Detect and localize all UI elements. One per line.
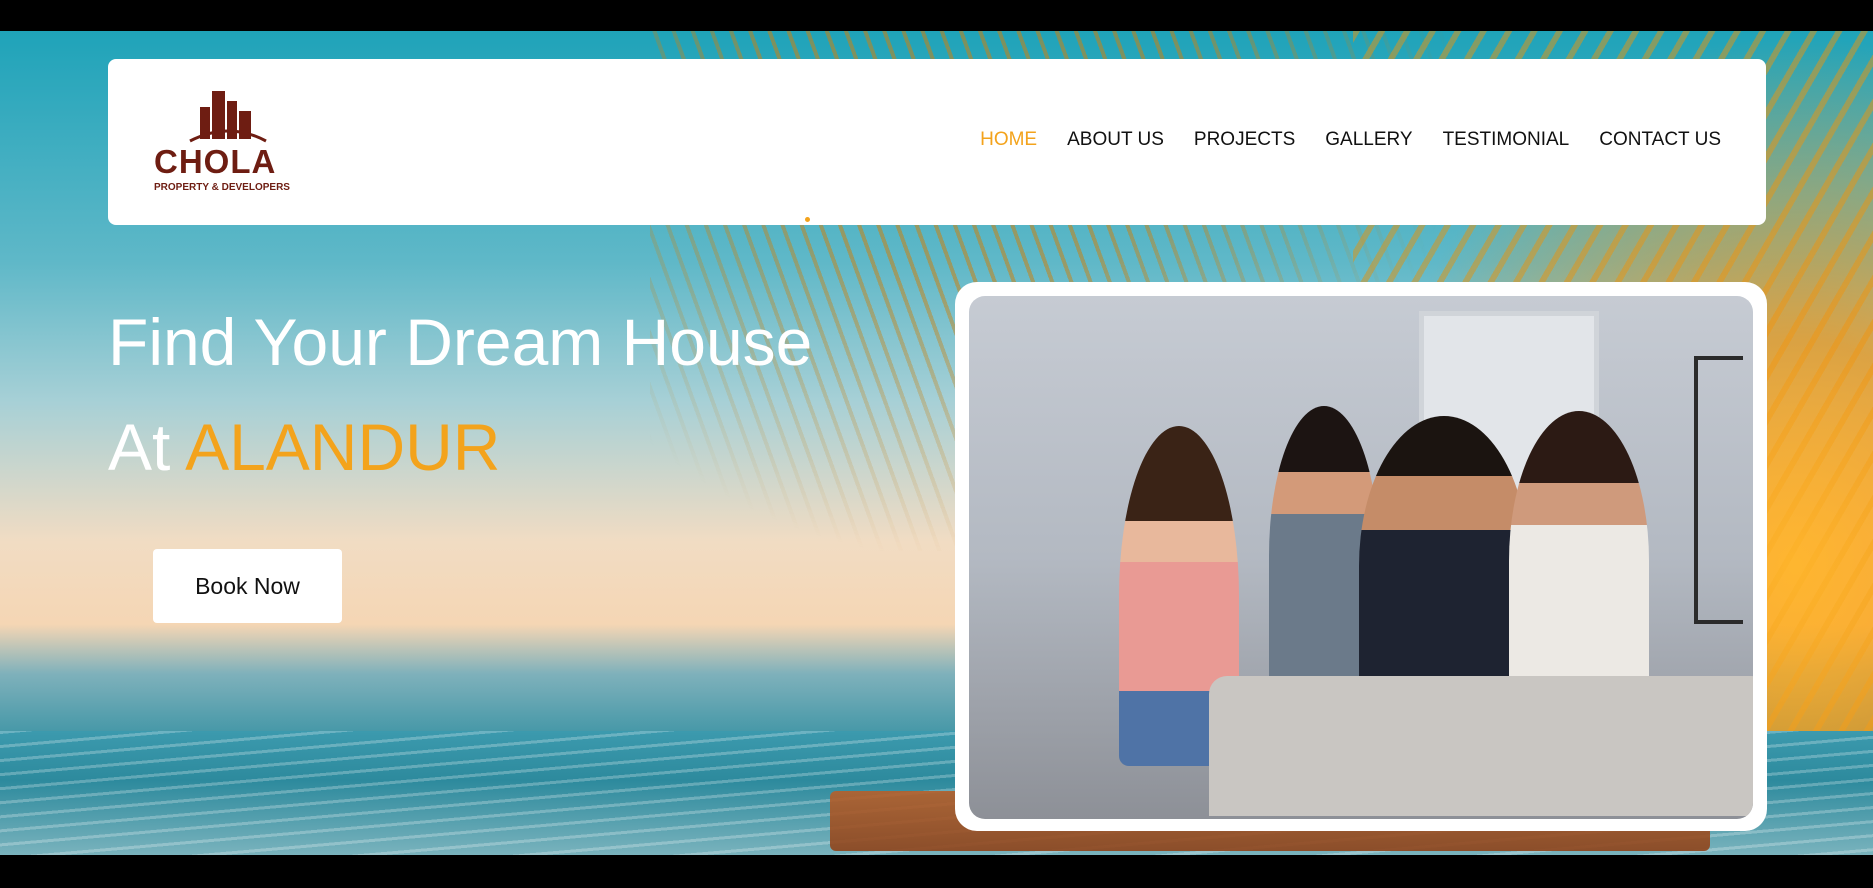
brand-logo[interactable]: CHOLA PROPERTY & DEVELOPERS (154, 91, 304, 196)
nav-item-home[interactable]: HOME (980, 129, 1037, 151)
person-man-figure (1359, 416, 1529, 716)
hero-headline: Find Your Dream House At ALANDUR (108, 290, 812, 500)
person-woman-figure (1509, 411, 1649, 711)
shelf-decoration (1694, 356, 1743, 624)
nav-item-gallery[interactable]: GALLERY (1325, 129, 1412, 151)
brand-tagline: PROPERTY & DEVELOPERS (154, 182, 290, 193)
hero-headline-prefix: At (108, 410, 171, 484)
nav-item-about-us[interactable]: ABOUT US (1067, 129, 1164, 151)
nav-item-testimonial[interactable]: TESTIMONIAL (1443, 129, 1570, 151)
brand-name: CHOLA (154, 143, 277, 180)
main-navigation: HOME ABOUT US PROJECTS GALLERY TESTIMONI… (980, 129, 1721, 151)
hero-headline-location: ALANDUR (185, 410, 501, 484)
hero-headline-line1: Find Your Dream House (108, 305, 813, 379)
building-logo-icon (189, 91, 267, 143)
family-photo-frame (955, 282, 1767, 831)
site-header: CHOLA PROPERTY & DEVELOPERS HOME ABOUT U… (108, 59, 1766, 225)
book-now-button[interactable]: Book Now (153, 549, 342, 623)
nav-item-projects[interactable]: PROJECTS (1194, 129, 1295, 151)
sofa-decoration (1209, 676, 1753, 816)
nav-item-contact-us[interactable]: CONTACT US (1599, 129, 1721, 151)
active-indicator-dot (805, 217, 810, 222)
bottom-letterbox (0, 855, 1873, 888)
family-photo (969, 296, 1753, 819)
